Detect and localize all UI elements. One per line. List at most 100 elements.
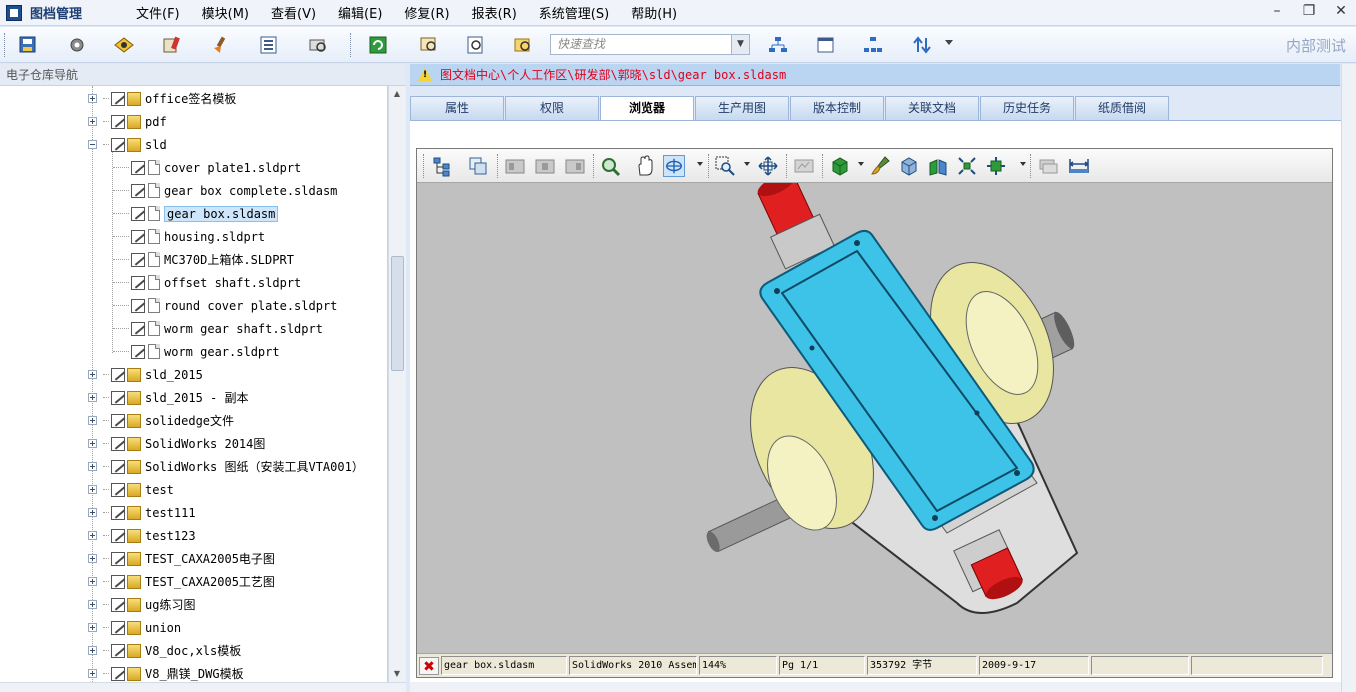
tree-folder-item[interactable]: office签名模板	[88, 87, 236, 110]
tree-folder-item[interactable]: SolidWorks 2014图	[88, 432, 265, 455]
chevron-down-icon[interactable]	[697, 162, 703, 166]
menu-repair[interactable]: 修复(R)	[404, 3, 449, 22]
tree-file-item[interactable]: worm gear shaft.sldprt	[113, 317, 323, 340]
view-orientation-icon[interactable]	[985, 155, 1007, 177]
tree-folder-item[interactable]: test111	[88, 501, 196, 524]
assembly-tree-icon[interactable]	[431, 155, 453, 177]
sort-arrows-icon[interactable]	[911, 35, 933, 55]
tree-folder-item[interactable]: test123	[88, 524, 196, 547]
menu-module[interactable]: 模块(M)	[202, 3, 249, 22]
menu-file[interactable]: 文件(F)	[136, 3, 180, 22]
expand-icon[interactable]	[88, 393, 97, 402]
scroll-up-icon[interactable]: ▲	[389, 86, 405, 102]
expand-icon[interactable]	[88, 117, 97, 126]
chevron-down-icon[interactable]: ▼	[731, 35, 749, 54]
save-document-icon[interactable]	[17, 35, 39, 55]
tree-folder-item[interactable]: ug练习图	[88, 593, 195, 616]
tree-file-item[interactable]: gear box complete.sldasm	[113, 179, 337, 202]
tab-version-control[interactable]: 版本控制	[790, 96, 884, 120]
tree-file-item[interactable]: housing.sldprt	[113, 225, 265, 248]
expand-icon[interactable]	[88, 669, 97, 678]
paint-brush-icon[interactable]	[869, 155, 891, 177]
zoom-fit-icon[interactable]	[599, 155, 621, 177]
scroll-thumb[interactable]	[391, 256, 404, 371]
expand-icon[interactable]	[88, 485, 97, 494]
tree-file-item[interactable]: gear box.sldasm	[113, 202, 279, 225]
tree-folder-item[interactable]: sld_2015	[88, 363, 203, 386]
tab-history-tasks[interactable]: 历史任务	[980, 96, 1074, 120]
copy-view-icon[interactable]	[467, 155, 489, 177]
tree-file-item[interactable]: round cover plate.sldprt	[113, 294, 337, 317]
find-image-icon[interactable]	[418, 35, 440, 55]
close-file-icon[interactable]: ✖	[419, 656, 439, 675]
tree-folder-item[interactable]: solidedge文件	[88, 409, 234, 432]
eye-icon[interactable]	[113, 35, 135, 55]
expand-icon[interactable]	[88, 531, 97, 540]
section-view-icon[interactable]	[927, 155, 949, 177]
shaded-cube-icon[interactable]	[829, 155, 851, 177]
chevron-down-icon[interactable]	[1020, 162, 1026, 166]
tree-folder-item[interactable]: sld_2015 - 副本	[88, 386, 248, 409]
tab-paper-lending[interactable]: 纸质借阅	[1075, 96, 1169, 120]
chevron-down-icon[interactable]	[945, 40, 953, 45]
page-icon[interactable]	[534, 155, 556, 177]
tree-folder-item[interactable]: test	[88, 478, 174, 501]
tree-file-item[interactable]: offset shaft.sldprt	[113, 271, 301, 294]
search-folder-icon[interactable]	[512, 35, 534, 55]
expand-icon[interactable]	[88, 370, 97, 379]
expand-icon[interactable]	[88, 577, 97, 586]
tab-related-documents[interactable]: 关联文档	[885, 96, 979, 120]
expand-icon[interactable]	[88, 623, 97, 632]
previous-page-icon[interactable]	[504, 155, 526, 177]
tree-folder-item[interactable]: V8_鼎镁_DWG模板	[88, 662, 244, 682]
minimize-icon[interactable]: –	[1270, 4, 1284, 18]
refresh-icon[interactable]	[367, 35, 389, 55]
hierarchy-icon[interactable]	[862, 35, 884, 55]
explode-view-icon[interactable]	[956, 155, 978, 177]
dimension-ruler-icon[interactable]	[1068, 155, 1090, 177]
tab-production-drawing[interactable]: 生产用图	[695, 96, 789, 120]
expand-icon[interactable]	[88, 554, 97, 563]
brush-icon[interactable]	[210, 35, 232, 55]
right-vertical-scrollbar[interactable]	[1341, 64, 1356, 692]
restore-icon[interactable]: ❐	[1302, 4, 1316, 18]
tree-file-item[interactable]: cover plate1.sldprt	[113, 156, 301, 179]
chevron-down-icon[interactable]	[744, 162, 750, 166]
tab-properties[interactable]: 属性	[410, 96, 504, 120]
quick-search-input[interactable]: 快速查找 ▼	[550, 34, 750, 55]
tree-file-item[interactable]: MC370D上箱体.SLDPRT	[113, 248, 294, 271]
tree-horizontal-scrollbar[interactable]	[0, 682, 406, 692]
menu-view[interactable]: 查看(V)	[271, 3, 316, 22]
tree-folder-item[interactable]: pdf	[88, 110, 167, 133]
document-list-icon[interactable]	[258, 35, 280, 55]
fit-all-icon[interactable]	[757, 155, 779, 177]
form-icon[interactable]	[815, 35, 837, 55]
pan-hand-icon[interactable]	[634, 155, 656, 177]
expand-icon[interactable]	[88, 439, 97, 448]
expand-icon[interactable]	[88, 462, 97, 471]
org-tree-icon[interactable]	[767, 35, 789, 55]
tree-file-item[interactable]: worm gear.sldprt	[113, 340, 280, 363]
zoom-window-icon[interactable]	[714, 155, 736, 177]
expand-icon[interactable]	[88, 646, 97, 655]
gear-icon[interactable]	[66, 35, 88, 55]
menu-report[interactable]: 报表(R)	[472, 3, 517, 22]
model-canvas[interactable]	[417, 183, 1332, 653]
tab-permissions[interactable]: 权限	[505, 96, 599, 120]
tree-folder-item[interactable]: TEST_CAXA2005工艺图	[88, 570, 275, 593]
chevron-down-icon[interactable]	[858, 162, 864, 166]
menu-help[interactable]: 帮助(H)	[631, 3, 677, 22]
close-icon[interactable]: ✕	[1334, 4, 1348, 18]
rotate-icon[interactable]	[663, 155, 685, 177]
print-preview-icon[interactable]	[307, 35, 329, 55]
tree-folder-item[interactable]: sld	[88, 133, 167, 156]
wireframe-cube-icon[interactable]	[898, 155, 920, 177]
collapse-icon[interactable]	[88, 140, 97, 149]
tree-folder-item[interactable]: V8_doc,xls模板	[88, 639, 241, 662]
expand-icon[interactable]	[88, 416, 97, 425]
tree-vertical-scrollbar[interactable]: ▲ ▼	[388, 86, 406, 682]
expand-icon[interactable]	[88, 508, 97, 517]
tool-box-icon[interactable]	[160, 35, 182, 55]
tree-folder-item[interactable]: SolidWorks 图纸（安装工具VTA001）	[88, 455, 364, 478]
expand-icon[interactable]	[88, 600, 97, 609]
